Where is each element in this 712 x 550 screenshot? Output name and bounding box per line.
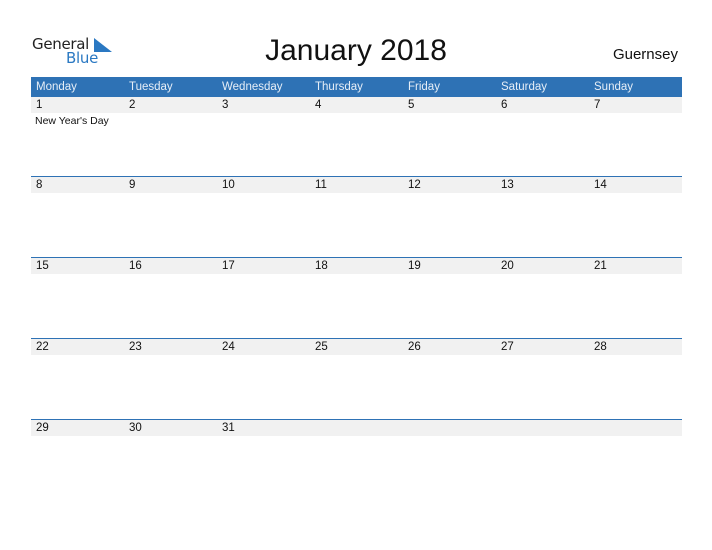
day-number: 12 — [408, 179, 421, 191]
weekday-wednesday: Wednesday — [222, 81, 283, 93]
day-number: 2 — [129, 99, 136, 111]
weekday-friday: Friday — [408, 81, 440, 93]
country-label: Guernsey — [612, 46, 678, 63]
events-row: New Year's Day — [31, 113, 682, 128]
event-cell — [310, 113, 403, 128]
weekday-thursday: Thursday — [315, 81, 363, 93]
day-number: 5 — [408, 99, 415, 111]
day-number: 17 — [222, 260, 235, 272]
calendar-title: January 2018 — [265, 34, 447, 67]
weekday-header: Monday Tuesday Wednesday Thursday Friday… — [31, 77, 682, 97]
weekday-saturday: Saturday — [501, 81, 548, 93]
day-number: 26 — [408, 341, 421, 353]
date-strip: 1 2 3 4 5 6 7 — [31, 97, 682, 113]
event-cell — [124, 113, 217, 128]
day-number: 10 — [222, 179, 235, 191]
event-cell — [589, 113, 682, 128]
weekday-monday: Monday — [36, 81, 77, 93]
day-number: 29 — [36, 422, 49, 434]
day-number: 16 — [129, 260, 142, 272]
day-number — [496, 420, 589, 436]
event-cell — [496, 113, 589, 128]
event-cell — [403, 113, 496, 128]
weekday-tuesday: Tuesday — [129, 81, 173, 93]
date-strip: 22 23 24 25 26 27 28 — [31, 339, 682, 355]
day-number: 13 — [501, 179, 514, 191]
day-number: 25 — [315, 341, 328, 353]
day-number: 19 — [408, 260, 421, 272]
day-number: 18 — [315, 260, 328, 272]
day-number: 1 — [36, 99, 43, 111]
week-row: 1 2 3 4 5 6 7 New Year's Day — [31, 97, 682, 178]
weekday-sunday: Sunday — [594, 81, 634, 93]
day-number — [589, 420, 682, 436]
holiday-label: New Year's Day — [35, 115, 109, 127]
day-number — [310, 420, 403, 436]
day-number: 4 — [315, 99, 322, 111]
week-row: 15 16 17 18 19 20 21 — [31, 257, 682, 339]
day-number: 22 — [36, 341, 49, 353]
day-number: 30 — [129, 422, 142, 434]
event-cell — [217, 113, 310, 128]
day-number: 6 — [501, 99, 508, 111]
day-number: 3 — [222, 99, 229, 111]
day-number: 20 — [501, 260, 514, 272]
day-number: 11 — [315, 179, 327, 191]
day-number — [403, 420, 496, 436]
day-number: 27 — [501, 341, 514, 353]
day-number: 8 — [36, 179, 43, 191]
day-number: 7 — [594, 99, 601, 111]
day-number: 21 — [594, 260, 607, 272]
day-number: 28 — [594, 341, 607, 353]
day-number: 9 — [129, 179, 136, 191]
day-number: 15 — [36, 260, 49, 272]
date-strip: 29 30 31 — [31, 420, 682, 436]
date-strip: 8 9 10 11 12 13 14 — [31, 177, 682, 193]
day-number: 31 — [222, 422, 235, 434]
week-row: 8 9 10 11 12 13 14 — [31, 176, 682, 258]
day-number: 24 — [222, 341, 235, 353]
day-number: 14 — [594, 179, 607, 191]
week-row: 29 30 31 — [31, 419, 682, 501]
date-strip: 15 16 17 18 19 20 21 — [31, 258, 682, 274]
week-row: 22 23 24 25 26 27 28 — [31, 338, 682, 420]
day-number: 23 — [129, 341, 142, 353]
